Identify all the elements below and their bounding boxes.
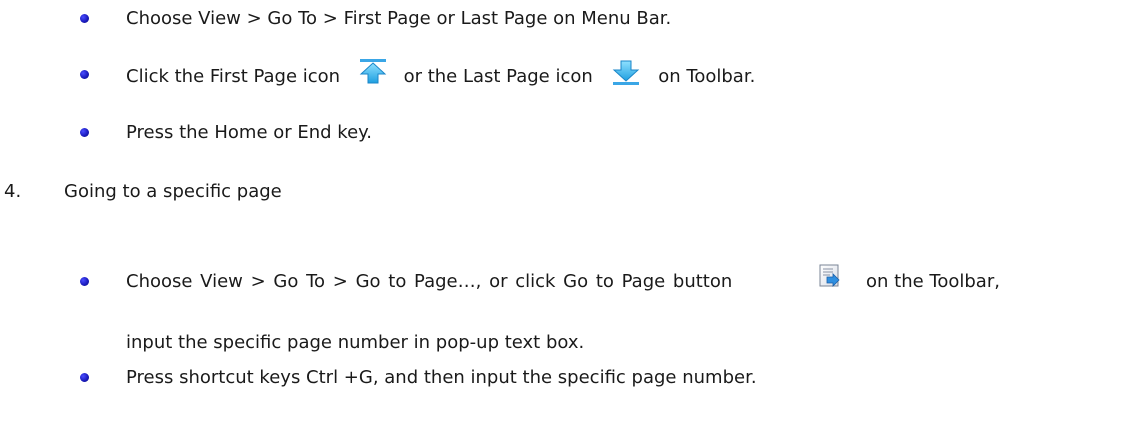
list-item-text: Choose View > Go To > Go to Page…, or cl… (126, 271, 733, 292)
list-item-continuation: input the specific page number in pop-up… (126, 332, 584, 354)
list-item: Choose View > Go To > First Page or Last… (126, 8, 671, 30)
first-page-icon (358, 58, 388, 84)
bullet-marker (80, 70, 89, 79)
section-number: 4. (4, 181, 22, 202)
section-heading: 4. (4, 181, 21, 203)
list-item: Press the Home or End key. (126, 122, 372, 144)
bullet-marker (80, 277, 89, 286)
list-item: Click the First Page icon or the Last Pa… (126, 59, 756, 90)
list-item-text: input the specific page number in pop-up… (126, 332, 585, 353)
list-item-text: on Toolbar. (658, 66, 756, 87)
list-item-text: Press shortcut keys Ctrl +G, and then in… (126, 367, 757, 388)
section-heading-text: Going to a specific page (64, 181, 282, 203)
list-item-text: on the Toolbar, (866, 271, 1000, 292)
document-page: { "list_first_last": { "items": [ { "tex… (0, 0, 1128, 441)
list-item: Press shortcut keys Ctrl +G, and then in… (126, 367, 757, 389)
list-item-text: Click the First Page icon (126, 66, 341, 87)
last-page-icon (611, 60, 641, 86)
go-to-page-icon (818, 264, 842, 288)
list-item-text: Choose View > Go To > First Page or Last… (126, 8, 672, 29)
list-item: on the Toolbar, (866, 271, 1000, 293)
bullet-marker (80, 128, 89, 137)
list-item-text: or the Last Page icon (403, 66, 593, 87)
list-item-text: Press the Home or End key. (126, 122, 372, 143)
list-item: Choose View > Go To > Go to Page…, or cl… (126, 271, 732, 293)
bullet-marker (80, 373, 89, 382)
bullet-marker (80, 14, 89, 23)
section-title: Going to a specific page (64, 181, 282, 202)
